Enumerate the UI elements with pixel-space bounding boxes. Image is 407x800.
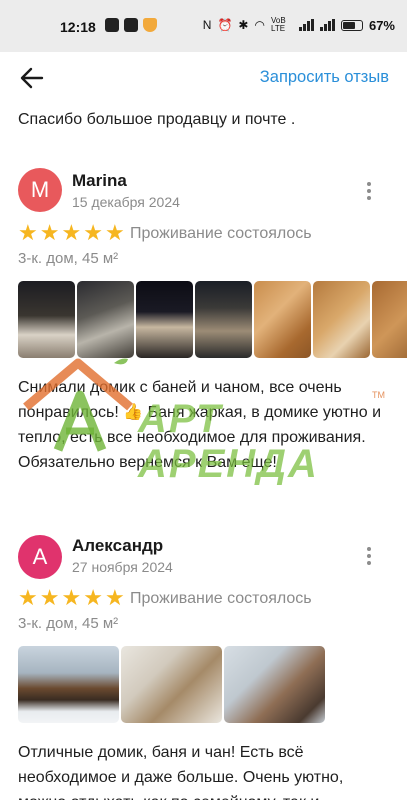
review-photo[interactable] <box>372 281 407 358</box>
review-card: А Александр 27 ноября 2024 ★ ★ ★ ★ ★ Про… <box>0 530 407 800</box>
review-date: 27 ноября 2024 <box>72 559 173 575</box>
app-notification-icon <box>124 18 138 32</box>
review-card: M Marina 15 декабря 2024 ★ ★ ★ ★ ★ Прожи… <box>0 165 407 505</box>
review-photo[interactable] <box>18 646 119 723</box>
alarm-icon: ⏰ <box>217 18 233 32</box>
stay-status: Проживание состоялось <box>130 590 312 607</box>
bluetooth-icon: ✱ <box>238 18 249 32</box>
rating-stars: ★ ★ ★ ★ ★ <box>18 222 125 244</box>
review-author: Marina <box>72 171 127 190</box>
review-photo[interactable] <box>77 281 134 358</box>
app-notification-icon <box>105 18 119 32</box>
notification-icons <box>105 18 157 32</box>
stay-status: Проживание состоялось <box>130 225 312 242</box>
star-icon: ★ <box>61 220 82 245</box>
star-icon: ★ <box>18 585 38 610</box>
review-photo[interactable] <box>18 281 75 358</box>
review-author: Александр <box>72 536 164 555</box>
request-review-button[interactable]: Запросить отзыв <box>260 68 389 87</box>
signal-icon <box>298 19 314 31</box>
back-arrow-icon[interactable] <box>18 64 46 92</box>
nfc-icon: N <box>202 18 212 32</box>
signal-icon-2 <box>319 19 335 31</box>
review-photo[interactable] <box>121 646 222 723</box>
rating-stars: ★ ★ ★ ★ ★ <box>18 587 125 609</box>
star-icon: ★ <box>83 220 103 245</box>
battery-percent: 67% <box>368 17 395 33</box>
star-icon: ★ <box>39 220 60 245</box>
more-options-icon[interactable] <box>367 547 373 568</box>
property-info: 3-к. дом, 45 м² <box>18 250 119 267</box>
status-bar: 12:18 N ⏰ ✱ ◠ VoB LTE 67% <box>0 0 407 52</box>
star-icon: ★ <box>61 585 82 610</box>
star-icon: ★ <box>18 220 38 245</box>
star-icon: ★ <box>39 585 60 610</box>
heart-app-icon <box>143 18 157 32</box>
review-photo[interactable] <box>195 281 252 358</box>
avatar: А <box>18 535 62 579</box>
review-photo[interactable] <box>254 281 311 358</box>
battery-icon <box>340 19 363 31</box>
status-time: 12:18 <box>60 19 96 35</box>
previous-review-text: Спасибо большое продавцу и почте . <box>18 111 296 128</box>
network-label: VoB LTE <box>270 16 286 33</box>
review-photo[interactable] <box>313 281 370 358</box>
avatar: M <box>18 168 62 212</box>
system-icons: N ⏰ ✱ ◠ VoB LTE 67% <box>203 17 395 33</box>
review-photos <box>18 646 328 723</box>
review-photos <box>18 281 407 358</box>
review-text: Отличные домик, баня и чан! Есть всё нео… <box>18 744 344 800</box>
star-icon: ★ <box>83 585 103 610</box>
review-photo[interactable] <box>136 281 193 358</box>
more-options-icon[interactable] <box>367 182 373 203</box>
star-icon: ★ <box>104 585 125 610</box>
star-icon: ★ <box>104 220 125 245</box>
property-info: 3-к. дом, 45 м² <box>18 615 119 632</box>
wifi-icon: ◠ <box>254 18 265 32</box>
review-date: 15 декабря 2024 <box>72 194 180 210</box>
review-text: Снимали домик с баней и чаном, все очень… <box>18 379 382 471</box>
top-bar: Запросить отзыв <box>0 52 407 102</box>
review-photo[interactable] <box>224 646 325 723</box>
